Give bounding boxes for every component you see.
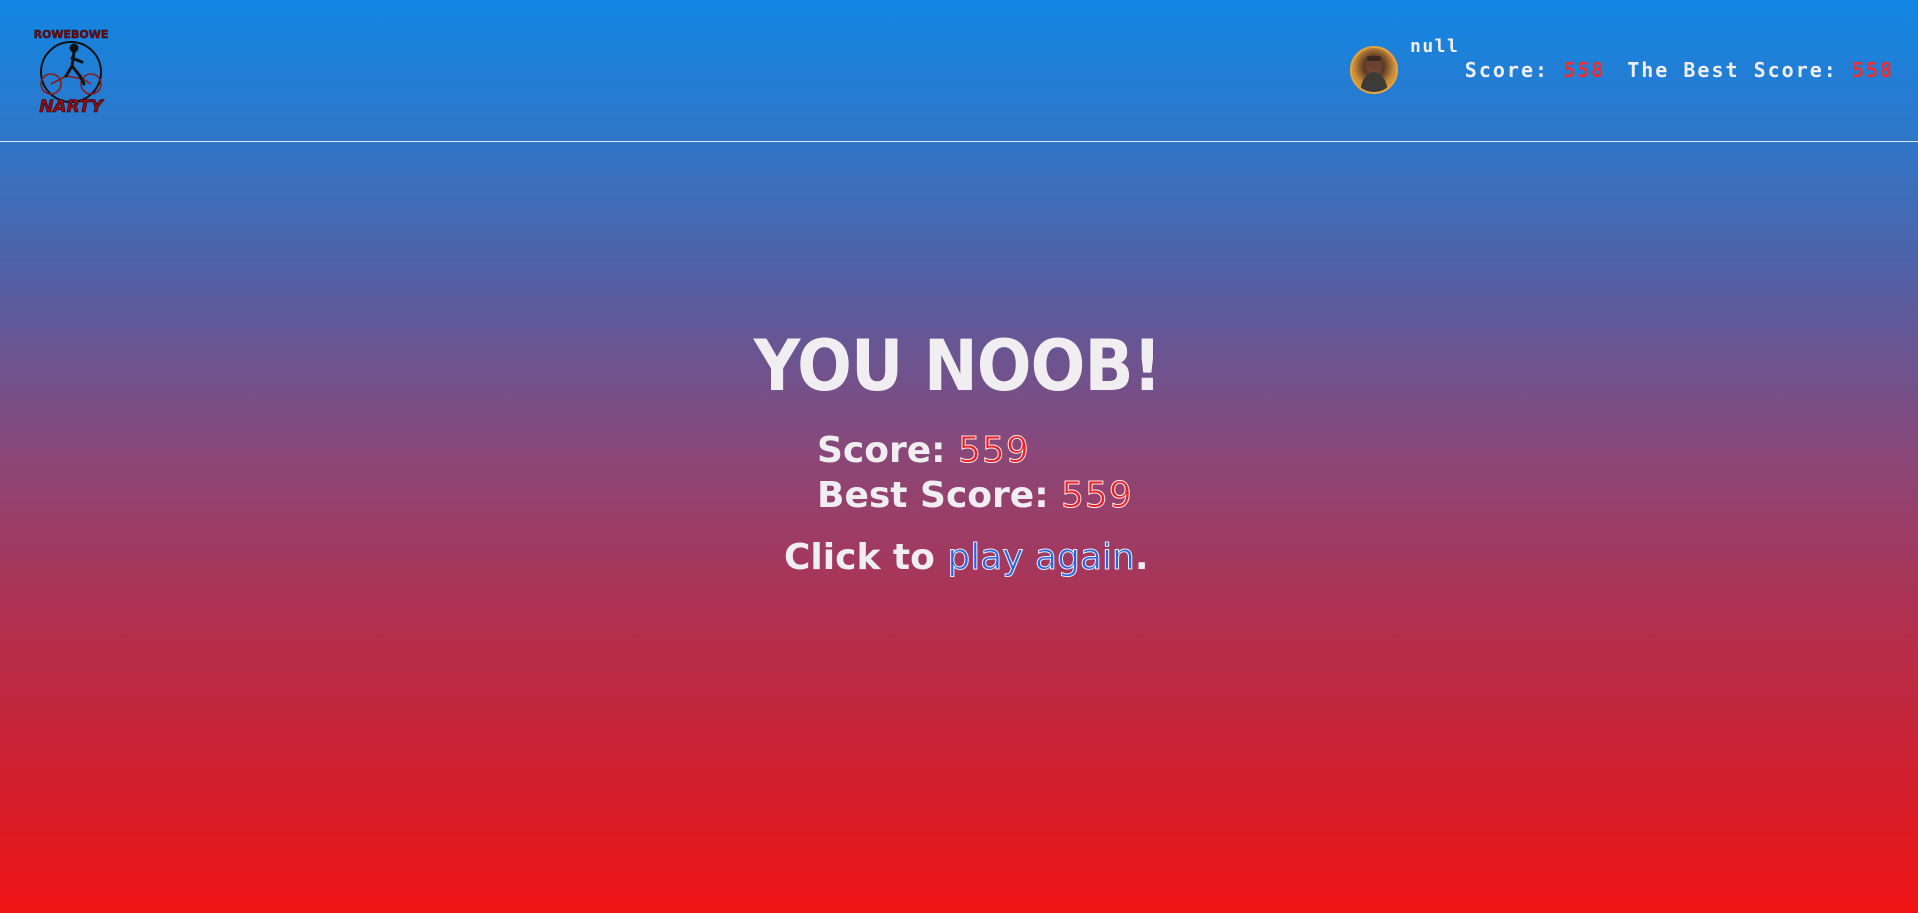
play-again-prompt: Click to play again. xyxy=(784,537,1149,579)
avatar-portrait-icon xyxy=(1360,56,1388,92)
play-again-suffix: . xyxy=(1134,537,1149,578)
logo-text-top: ROWEBOWE xyxy=(34,28,109,41)
player-name: null xyxy=(1410,36,1460,57)
logo-text-bottom: NARTY xyxy=(39,97,104,116)
final-best-label: Best Score: xyxy=(817,475,1062,516)
final-best-value: 559 xyxy=(1061,475,1133,517)
header-score-label: Score: xyxy=(1464,58,1564,82)
game-over-title: YOU NOOB! xyxy=(0,325,1918,407)
final-score-value: 559 xyxy=(958,430,1030,472)
header-best-value: 558 xyxy=(1851,58,1894,82)
header-best-label: The Best Score: xyxy=(1627,58,1852,82)
play-again-prefix: Click to xyxy=(784,537,948,578)
final-score: Score: 559 xyxy=(817,430,1030,472)
game-over-title-text: YOU NOOB! xyxy=(753,325,1161,407)
top-bar: ROWEBOWE NARTY null Score: 558 The Best S… xyxy=(0,0,1918,142)
final-score-label: Score: xyxy=(817,430,959,471)
final-best-score: Best Score: 559 xyxy=(817,475,1133,517)
header-scores: Score: 558 The Best Score: 558 xyxy=(1465,58,1894,82)
header-score-value: 558 xyxy=(1563,58,1606,82)
player-avatar[interactable] xyxy=(1350,46,1398,94)
play-again-link[interactable]: play again xyxy=(947,537,1135,579)
cyclist-logo-icon[interactable]: ROWEBOWE NARTY xyxy=(28,24,114,116)
